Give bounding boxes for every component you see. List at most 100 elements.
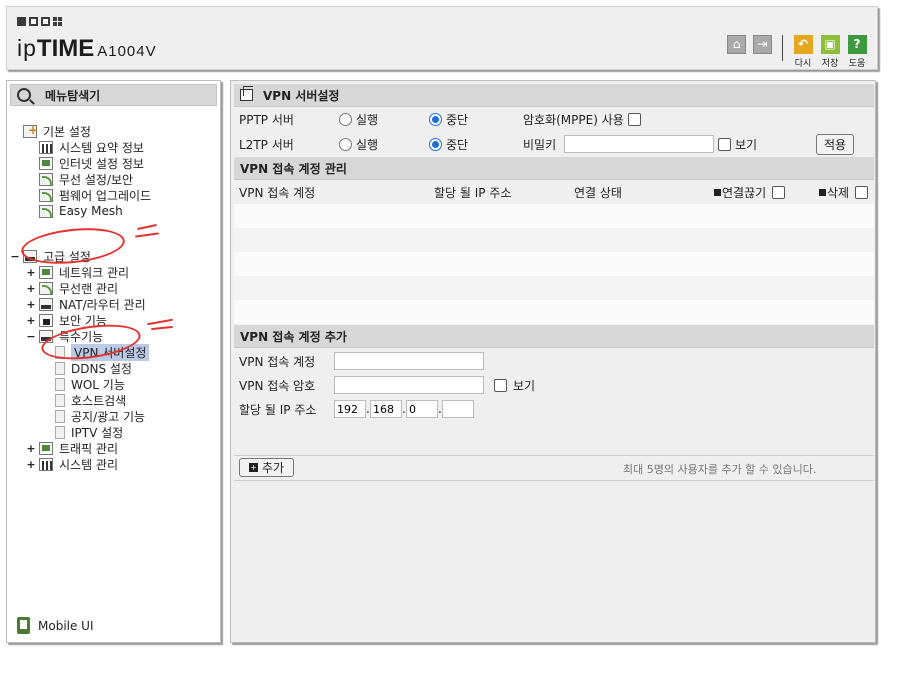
l2tp-run-radio[interactable]: 실행	[339, 136, 429, 153]
tree-item-ddns[interactable]: DDNS 설정	[55, 360, 132, 376]
collapse-icon[interactable]: −	[10, 250, 20, 263]
expand-icon[interactable]: +	[26, 458, 36, 471]
tree-item-system[interactable]: + 시스템 관리	[26, 456, 118, 472]
radio-button[interactable]	[339, 113, 352, 126]
radio-button-checked[interactable]	[429, 113, 442, 126]
apply-button[interactable]: 적용	[816, 134, 854, 155]
tree-item-system-summary[interactable]: 시스템 요약 정보	[39, 139, 144, 155]
tree-basic-label: 기본 설정	[43, 124, 91, 139]
brand-logo: ipTIME A1004V	[17, 35, 157, 63]
tree-item-label: NAT/라우터 관리	[59, 297, 146, 312]
help-button[interactable]: ? 도움	[847, 35, 867, 69]
menu-explorer: 메뉴탐색기 기본 설정 시스템 요약 정보 인터넷 설정 정보 무선 설정/보안…	[6, 80, 221, 643]
password-show-checkbox[interactable]	[494, 378, 507, 392]
tree-basic-settings[interactable]: 기본 설정	[23, 123, 91, 139]
system-icon	[39, 457, 53, 471]
secret-show-label: 보기	[735, 137, 758, 152]
l2tp-row: L2TP 서버 실행 중단 비밀키 보기	[239, 135, 757, 153]
vpn-server-panel: VPN 서버설정 PPTP 서버 실행 중단 암호화(MPPE) 사용 L2TP…	[230, 80, 876, 643]
delete-all-checkbox[interactable]	[855, 185, 869, 199]
pptp-run-radio[interactable]: 실행	[339, 111, 429, 128]
network-icon	[39, 265, 53, 279]
radio-button[interactable]	[339, 137, 352, 151]
minus-icon	[714, 188, 721, 196]
grid-icon[interactable]	[53, 17, 62, 26]
col-disconnect: 연결끊기	[714, 184, 786, 201]
secret-show-checkbox[interactable]	[718, 137, 731, 151]
router-icon	[39, 297, 53, 311]
add-section-title: VPN 접속 계정 추가	[240, 329, 347, 344]
page-icon	[240, 86, 253, 101]
tree-item-notice-ad[interactable]: 공지/광고 기능	[55, 408, 145, 424]
tree-item-label: Easy Mesh	[59, 204, 123, 218]
annotation-stroke	[150, 325, 174, 331]
mppe-checkbox[interactable]	[627, 113, 641, 126]
pptp-stop-radio[interactable]: 중단	[429, 111, 523, 128]
tree-item-easy-mesh[interactable]: Easy Mesh	[39, 203, 123, 219]
expand-icon[interactable]: +	[26, 298, 36, 311]
col-status: 연결 상태	[574, 185, 622, 200]
password-label: VPN 접속 암호	[239, 378, 316, 393]
ip-octet-4[interactable]	[442, 400, 474, 418]
collapse-icon[interactable]: −	[26, 330, 36, 343]
tree-item-wireless-security[interactable]: 무선 설정/보안	[39, 171, 133, 187]
home-icon[interactable]: ⌂	[727, 35, 746, 54]
minimize-icon[interactable]	[17, 17, 26, 26]
table-row	[234, 252, 874, 276]
tree-item-internet-info[interactable]: 인터넷 설정 정보	[39, 155, 144, 171]
password-show-label: 보기	[513, 378, 536, 393]
ip-row: 할당 될 IP 주소 . . .	[239, 400, 474, 418]
maximize-icon[interactable]	[41, 17, 50, 26]
expand-icon[interactable]: +	[26, 282, 36, 295]
wlan-icon	[39, 281, 53, 295]
l2tp-stop-radio[interactable]: 중단	[429, 136, 523, 153]
expand-icon[interactable]: +	[26, 442, 36, 455]
ip-octet-2[interactable]	[370, 400, 402, 418]
help-icon: ?	[847, 35, 867, 54]
lock-icon	[39, 313, 53, 327]
tree-item-iptv[interactable]: IPTV 설정	[55, 424, 123, 440]
accounts-table-header: VPN 접속 계정 할당 될 IP 주소 연결 상태 연결끊기 삭제	[234, 180, 874, 204]
password-input[interactable]	[334, 376, 484, 394]
restore-icon[interactable]	[29, 17, 38, 26]
expand-icon[interactable]: +	[26, 266, 36, 279]
add-account-button[interactable]: + 추가	[239, 458, 294, 477]
secret-key-input[interactable]	[564, 135, 714, 153]
radio-label: 중단	[446, 137, 469, 152]
panel-title-bar: VPN 서버설정	[234, 84, 874, 107]
tree-item-traffic[interactable]: + 트래픽 관리	[26, 440, 118, 456]
mppe-label: 암호화(MPPE) 사용	[523, 113, 624, 127]
col-ip: 할당 될 IP 주소	[434, 185, 512, 200]
tree-item-firmware[interactable]: 펌웨어 업그레이드	[39, 187, 151, 203]
account-input[interactable]	[334, 352, 484, 370]
divider	[234, 455, 874, 456]
phone-icon	[17, 617, 30, 634]
ip-octet-3[interactable]	[406, 400, 438, 418]
save-button[interactable]: ▣ 저장	[820, 35, 840, 69]
tree-item-wol[interactable]: WOL 기능	[55, 376, 125, 392]
tree-item-wlan[interactable]: + 무선랜 관리	[26, 280, 118, 296]
mobile-ui-link[interactable]: Mobile UI	[17, 617, 94, 634]
tree-item-network[interactable]: + 네트워크 관리	[26, 264, 129, 280]
col-account: VPN 접속 계정	[239, 185, 316, 200]
col-delete-label: 삭제	[827, 185, 850, 200]
tree-item-host-search[interactable]: 호스트검색	[55, 392, 126, 408]
ip-octet-1[interactable]	[334, 400, 366, 418]
firmware-icon	[39, 188, 53, 202]
expand-icon[interactable]: +	[26, 314, 36, 327]
tree-item-label: 공지/광고 기능	[71, 409, 146, 424]
tree-item-label: DDNS 설정	[71, 361, 132, 376]
menu-explorer-title: 메뉴탐색기	[45, 88, 101, 103]
document-icon	[55, 393, 65, 407]
table-row	[234, 276, 874, 300]
tree-item-nat[interactable]: + NAT/라우터 관리	[26, 296, 146, 312]
tree-item-label: 시스템 관리	[59, 457, 119, 472]
radio-button-checked[interactable]	[429, 137, 442, 151]
disconnect-all-checkbox[interactable]	[772, 185, 786, 199]
logout-icon[interactable]: ⇥	[753, 35, 772, 54]
add-section-header: VPN 접속 계정 추가	[234, 325, 874, 348]
annotation-circle	[19, 223, 127, 269]
refresh-icon: ↶	[793, 35, 813, 54]
refresh-button[interactable]: ↶ 다시	[793, 35, 813, 69]
brand-prefix: ip	[17, 35, 37, 61]
